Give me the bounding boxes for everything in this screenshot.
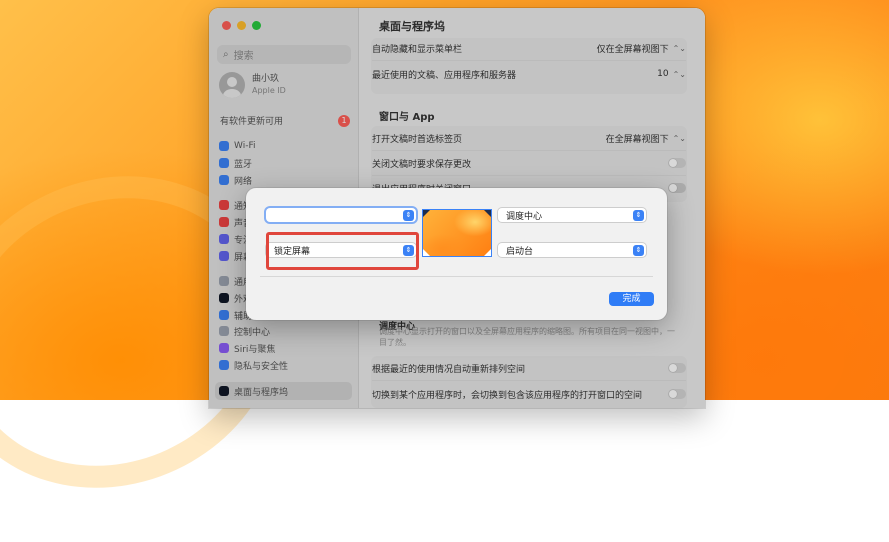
updown-chevron-icon: ⇕ [633,209,644,221]
updown-chevron-icon: ⇕ [633,244,644,256]
top-right-corner-popup[interactable]: 调度中心 ⇕ [498,208,646,222]
bottom-left-corner-marker [423,249,430,256]
annotation-highlight-box [266,232,419,270]
sheet-divider [260,276,653,277]
updown-chevron-icon: ⇕ [403,209,414,221]
popup-value: 调度中心 [506,211,543,222]
done-button[interactable]: 完成 [609,292,654,306]
top-right-corner-marker [484,210,491,217]
top-left-corner-marker [423,210,430,217]
popup-value: 启动台 [506,246,534,257]
top-left-corner-popup[interactable]: ⇕ [266,208,416,222]
desktop-preview-thumbnail [422,209,492,257]
bottom-right-corner-popup[interactable]: 启动台 ⇕ [498,243,646,257]
bottom-right-corner-marker [484,249,491,256]
